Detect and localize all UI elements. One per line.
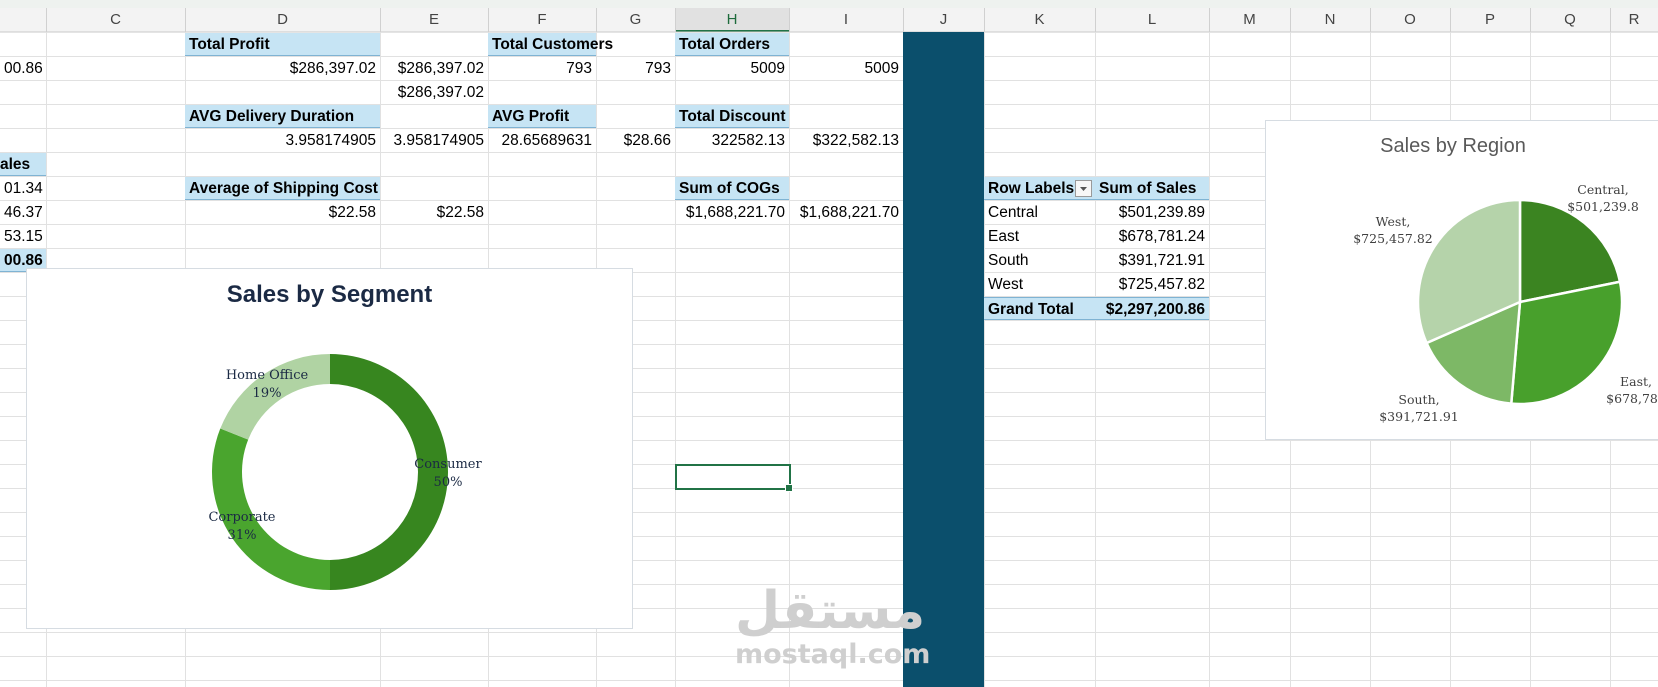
- column-header-f[interactable]: F: [488, 8, 596, 32]
- region-label-name: Central,: [1577, 182, 1629, 197]
- avg-delivery-value-e[interactable]: 3.958174905: [380, 129, 488, 152]
- selected-cell[interactable]: [675, 464, 793, 492]
- total-customers-label[interactable]: Total Customers: [488, 33, 613, 56]
- column-header-o[interactable]: O: [1370, 8, 1450, 32]
- cell-b2[interactable]: 00.86: [0, 57, 46, 80]
- region-label-value: $725,457.82: [1353, 231, 1433, 246]
- avg-shipping-label[interactable]: Average of Shipping Cost: [185, 177, 380, 200]
- column-header-h[interactable]: H: [675, 8, 789, 32]
- column-header-k[interactable]: K: [984, 8, 1095, 32]
- column-header-m[interactable]: M: [1209, 8, 1290, 32]
- pivot-row-label[interactable]: East: [984, 225, 1095, 248]
- pivot-row-label[interactable]: South: [984, 249, 1095, 272]
- region-label-west: West, $725,457.82: [1338, 213, 1448, 247]
- total-profit-label[interactable]: Total Profit: [185, 33, 380, 56]
- sales-by-region-chart[interactable]: Sales by Region Central, $501,239.8 West…: [1265, 120, 1658, 440]
- cogs-label[interactable]: Sum of COGs: [675, 177, 789, 200]
- total-profit-value[interactable]: $286,397.02: [185, 57, 380, 80]
- region-label-name: South,: [1398, 392, 1440, 407]
- cogs-value-i[interactable]: $1,688,221.70: [789, 201, 903, 224]
- region-label-value: $678,781: [1606, 391, 1658, 406]
- total-orders-value-i[interactable]: 5009: [789, 57, 903, 80]
- total-customers-value-f[interactable]: 793: [488, 57, 596, 80]
- watermark-latin: mostaql.com: [735, 639, 931, 670]
- segment-label-pct: 50%: [433, 475, 463, 490]
- segment-label-corporate: Corporate 31%: [192, 509, 292, 545]
- avg-profit-value-g[interactable]: $28.66: [596, 129, 675, 152]
- total-customers-value-g[interactable]: 793: [596, 57, 675, 80]
- avg-shipping-value-e[interactable]: $22.58: [380, 201, 488, 224]
- column-header-i[interactable]: I: [789, 8, 903, 32]
- pivot-row-value[interactable]: $725,457.82: [1095, 273, 1209, 296]
- cell-b6[interactable]: ales: [0, 153, 46, 176]
- column-header-d[interactable]: D: [185, 8, 380, 32]
- segment-label-pct: 19%: [252, 386, 282, 401]
- total-discount-value-h[interactable]: 322582.13: [675, 129, 789, 152]
- pivot-row-label[interactable]: West: [984, 273, 1095, 296]
- region-label-south: South, $391,721.91: [1364, 391, 1474, 425]
- avg-delivery-label[interactable]: AVG Delivery Duration: [185, 105, 380, 128]
- watermark-arabic: مستقل: [735, 581, 926, 641]
- column-header-l[interactable]: L: [1095, 8, 1209, 32]
- region-label-name: East,: [1620, 374, 1652, 389]
- total-orders-label[interactable]: Total Orders: [675, 33, 789, 56]
- avg-profit-label[interactable]: AVG Profit: [488, 105, 596, 128]
- segment-doughnut: [212, 354, 448, 590]
- avg-profit-value-f[interactable]: 28.65689631: [488, 129, 596, 152]
- total-orders-value-h[interactable]: 5009: [675, 57, 789, 80]
- cell-b8[interactable]: 46.37: [0, 201, 46, 224]
- segment-label-pct: 31%: [227, 528, 257, 543]
- cell-b9[interactable]: 53.15: [0, 225, 46, 248]
- cogs-value-h[interactable]: $1,688,221.70: [675, 201, 789, 224]
- pivot-row-value[interactable]: $391,721.91: [1095, 249, 1209, 272]
- cell-b7[interactable]: 01.34: [0, 177, 46, 200]
- pivot-row-label[interactable]: Central: [984, 201, 1095, 224]
- total-profit-value-e2[interactable]: $286,397.02: [380, 81, 488, 104]
- filter-dropdown-icon[interactable]: [1075, 180, 1092, 197]
- sales-by-segment-chart[interactable]: Sales by Segment Home Office 19% Consume…: [26, 268, 633, 629]
- segment-label-name: Consumer: [414, 457, 482, 472]
- fill-handle[interactable]: [785, 484, 793, 492]
- avg-shipping-value-d[interactable]: $22.58: [185, 201, 380, 224]
- pivot-row-value[interactable]: $678,781.24: [1095, 225, 1209, 248]
- region-label-east: East, $678,781: [1591, 373, 1658, 407]
- column-header-r[interactable]: R: [1610, 8, 1658, 32]
- pivot-header-sum[interactable]: Sum of Sales: [1095, 177, 1209, 200]
- column-header-g[interactable]: G: [596, 8, 675, 32]
- segment-label-name: Home Office: [225, 368, 309, 383]
- column-header-p[interactable]: P: [1450, 8, 1530, 32]
- avg-delivery-value-d[interactable]: 3.958174905: [185, 129, 380, 152]
- pivot-grand-total-label[interactable]: Grand Total: [984, 297, 1095, 320]
- region-label-value: $501,239.8: [1567, 199, 1639, 214]
- region-label-central: Central, $501,239.8: [1548, 181, 1658, 215]
- segment-label-name: Corporate: [208, 510, 276, 525]
- pivot-row-value[interactable]: $501,239.89: [1095, 201, 1209, 224]
- column-header-c[interactable]: C: [46, 8, 185, 32]
- column-header-q[interactable]: Q: [1530, 8, 1610, 32]
- total-discount-value-i[interactable]: $322,582.13: [789, 129, 903, 152]
- total-discount-label[interactable]: Total Discount: [675, 105, 789, 128]
- column-header-e[interactable]: E: [380, 8, 488, 32]
- column-header-n[interactable]: N: [1290, 8, 1370, 32]
- segment-label-home-office: Home Office 19%: [217, 367, 317, 403]
- region-label-name: West,: [1375, 214, 1411, 229]
- region-label-value: $391,721.91: [1379, 409, 1459, 424]
- pivot-grand-total-value[interactable]: $2,297,200.86: [1095, 297, 1209, 320]
- total-profit-value-e[interactable]: $286,397.02: [380, 57, 488, 80]
- column-header-j[interactable]: J: [903, 8, 984, 32]
- segment-label-consumer: Consumer 50%: [398, 456, 498, 492]
